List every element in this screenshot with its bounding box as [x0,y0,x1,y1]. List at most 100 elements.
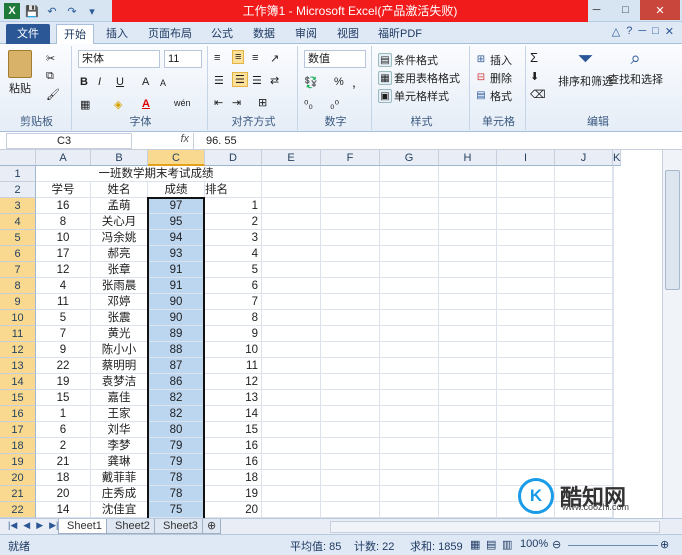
cell-b9[interactable]: 邓婷 [91,294,148,310]
cell-a16[interactable]: 1 [36,406,91,422]
cell-e12[interactable] [262,342,321,358]
redo-icon[interactable]: ↷ [64,3,80,19]
cell-e20[interactable] [262,470,321,486]
cell-j4[interactable] [555,214,613,230]
wrap-text-icon[interactable]: ⇄ [270,74,279,87]
cell-i11[interactable] [497,326,555,342]
cell-k4[interactable] [613,214,614,230]
column-header-c[interactable]: C [148,150,205,166]
cell-f7[interactable] [321,262,380,278]
cell-i7[interactable] [497,262,555,278]
font-name-select[interactable]: 宋体 [78,50,160,68]
cell-a9[interactable]: 11 [36,294,91,310]
cell-g3[interactable] [380,198,439,214]
currency-icon[interactable]: 💱 [304,76,318,89]
excel-icon[interactable]: X [4,3,20,19]
page-break-view-icon[interactable]: ▥ [502,538,512,551]
cell-h12[interactable] [439,342,497,358]
minimize-workbook-icon[interactable]: ─ [638,25,646,38]
cell-g4[interactable] [380,214,439,230]
cut-icon[interactable]: ✂ [46,52,55,65]
cell-h5[interactable] [439,230,497,246]
align-center-icon[interactable]: ☰ [232,72,248,87]
cell-f9[interactable] [321,294,380,310]
cell-b14[interactable]: 袁梦洁 [91,374,148,390]
paste-button[interactable]: 粘贴 [8,50,32,96]
format-painter-icon[interactable]: 🖌 [46,88,60,101]
cell-e19[interactable] [262,454,321,470]
cell-e15[interactable] [262,390,321,406]
row-header[interactable]: 2 [0,182,36,198]
next-sheet-icon[interactable]: ▶ [36,520,43,531]
save-icon[interactable]: 💾 [24,3,40,19]
cell-i10[interactable] [497,310,555,326]
cell-j14[interactable] [555,374,613,390]
row-header[interactable]: 21 [0,486,36,502]
tab-home[interactable]: 开始 [56,24,94,45]
cell-h3[interactable] [439,198,497,214]
cell-d6[interactable]: 4 [205,246,262,262]
cell-b20[interactable]: 戴菲菲 [91,470,148,486]
row-header[interactable]: 17 [0,422,36,438]
cell-e16[interactable] [262,406,321,422]
percent-button[interactable]: % [334,76,344,88]
cell-g16[interactable] [380,406,439,422]
row-header[interactable]: 6 [0,246,36,262]
cell-f2[interactable] [321,182,380,198]
tab-file[interactable]: 文件 [6,24,50,44]
cell-c13[interactable]: 87 [148,358,205,374]
cell-k7[interactable] [613,262,614,278]
cell-b4[interactable]: 关心月 [91,214,148,230]
sheet-tab-sheet1[interactable]: Sheet1 [58,519,111,534]
cell-d21[interactable]: 19 [205,486,262,502]
cell-g11[interactable] [380,326,439,342]
cell-k15[interactable] [613,390,614,406]
column-header-i[interactable]: I [497,150,555,166]
tab-insert[interactable]: 插入 [98,24,136,44]
cell-f18[interactable] [321,438,380,454]
prev-sheet-icon[interactable]: ◀ [23,520,30,531]
bold-button[interactable]: B [80,76,88,88]
sheet-tab-sheet2[interactable]: Sheet2 [106,519,159,534]
cell-k14[interactable] [613,374,614,390]
cell-h9[interactable] [439,294,497,310]
row-header[interactable]: 16 [0,406,36,422]
cell-d12[interactable]: 10 [205,342,262,358]
cell-b13[interactable]: 蔡明明 [91,358,148,374]
help-icon[interactable]: ? [626,25,632,38]
cell-k17[interactable] [613,422,614,438]
cell-f11[interactable] [321,326,380,342]
cell-k2[interactable] [613,182,614,198]
sheet-title[interactable]: 一班数学期末考试成绩 [76,166,236,182]
cell-b17[interactable]: 刘华 [91,422,148,438]
cell-k9[interactable] [613,294,614,310]
cell-j7[interactable] [555,262,613,278]
cell-a3[interactable]: 16 [36,198,91,214]
cell-d5[interactable]: 3 [205,230,262,246]
cell-d4[interactable]: 2 [205,214,262,230]
tab-foxit-pdf[interactable]: 福昕PDF [372,24,428,44]
normal-view-icon[interactable]: ▦ [470,538,480,551]
cell-e2[interactable] [262,182,321,198]
close-workbook-icon[interactable]: ✕ [665,25,674,38]
cell-c9[interactable]: 90 [148,294,205,310]
scroll-thumb[interactable] [665,170,680,290]
cell-k5[interactable] [613,230,614,246]
row-header[interactable]: 18 [0,438,36,454]
cell-a19[interactable]: 21 [36,454,91,470]
cell-d22[interactable]: 20 [205,502,262,518]
cell-e8[interactable] [262,278,321,294]
cell-g2[interactable] [380,182,439,198]
cell-c6[interactable]: 93 [148,246,205,262]
cell-j18[interactable] [555,438,613,454]
cell-d3[interactable]: 1 [205,198,262,214]
column-header-j[interactable]: J [555,150,613,166]
cell-i3[interactable] [497,198,555,214]
align-top-icon[interactable]: ≡ [214,52,220,64]
cell-d11[interactable]: 9 [205,326,262,342]
cell-c18[interactable]: 79 [148,438,205,454]
cell-h18[interactable] [439,438,497,454]
cell-h16[interactable] [439,406,497,422]
column-header-k[interactable]: K [613,150,622,166]
cell-f20[interactable] [321,470,380,486]
